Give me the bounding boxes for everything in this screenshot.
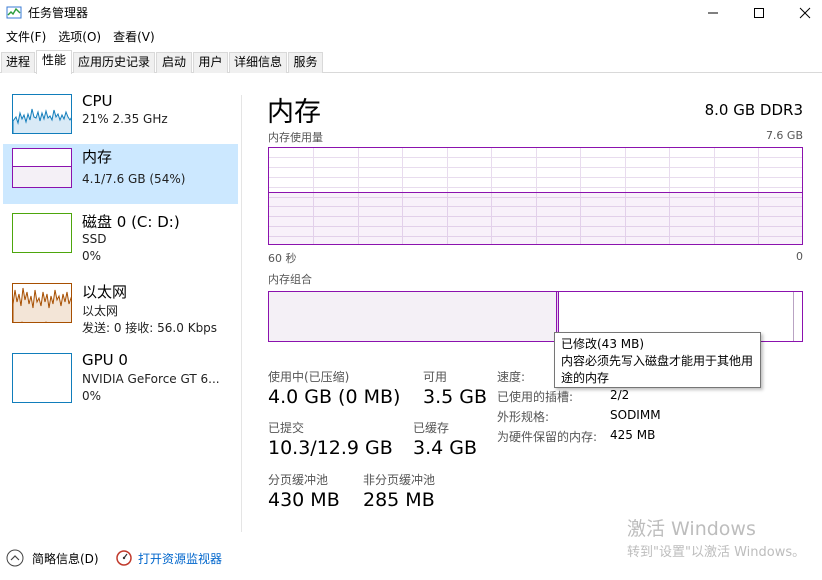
gpu-thumbnail-graph	[12, 353, 72, 403]
maximize-button[interactable]	[736, 0, 782, 26]
tab-users[interactable]: 用户	[193, 52, 228, 73]
form-factor-value: SODIMM	[610, 408, 661, 422]
memory-thumbnail-fill	[13, 166, 71, 187]
tab-app-history[interactable]: 应用历史记录	[73, 52, 155, 73]
window-title: 任务管理器	[28, 6, 89, 20]
sidebar-item-name: CPU	[82, 92, 113, 110]
tab-startup[interactable]: 启动	[156, 52, 192, 73]
usage-graph-max: 7.6 GB	[765, 129, 803, 142]
sidebar-item-detail: 21% 2.35 GHz	[82, 112, 168, 126]
available-label: 可用	[423, 370, 448, 384]
sidebar-item-gpu[interactable]: GPU 0 NVIDIA GeForce GT 6... 0%	[3, 349, 238, 409]
committed-label: 已提交	[268, 421, 305, 435]
usage-graph-time-end: 0	[796, 250, 803, 263]
composition-label: 内存组合	[268, 273, 312, 286]
nonpaged-pool-label: 非分页缓冲池	[363, 473, 436, 487]
tab-performance[interactable]: 性能	[36, 50, 72, 74]
menu-file[interactable]: 文件(F)	[0, 26, 52, 46]
title-bar: 任务管理器	[0, 0, 822, 26]
sidebar-item-name: GPU 0	[82, 351, 128, 369]
composition-in-use[interactable]	[269, 292, 557, 341]
tooltip-line-1: 内容必须先写入磁盘才能用于其他用	[561, 354, 754, 368]
cpu-sparkline	[13, 108, 71, 133]
sidebar-item-throughput: 发送: 0 接收: 56.0 Kbps	[82, 321, 218, 335]
open-resource-monitor-label: 打开资源监视器	[138, 552, 223, 566]
paged-pool-value: 430 MB	[268, 489, 340, 511]
menu-options[interactable]: 选项(O)	[52, 26, 107, 46]
resource-monitor-icon	[116, 550, 132, 566]
close-icon	[799, 7, 811, 19]
sidebar-item-name: 磁盘 0 (C: D:)	[82, 213, 180, 231]
sidebar-item-disk[interactable]: 磁盘 0 (C: D:) SSD 0%	[3, 209, 238, 269]
fewer-details-label: 简略信息(D)	[32, 552, 99, 566]
sidebar-item-usage: 0%	[82, 389, 102, 403]
minimize-button[interactable]	[690, 0, 736, 26]
slots-value: 2/2	[610, 388, 630, 402]
cached-value: 3.4 GB	[413, 437, 478, 459]
tooltip-title: 已修改(43 MB)	[561, 337, 645, 351]
tab-processes[interactable]: 进程	[1, 52, 35, 73]
minimize-icon	[708, 12, 718, 14]
usage-graph-time-start: 60 秒	[268, 252, 297, 265]
disk-thumbnail-graph	[12, 213, 72, 253]
maximize-icon	[754, 8, 764, 18]
paged-pool-label: 分页缓冲池	[268, 473, 329, 487]
form-factor-label: 外形规格:	[497, 410, 550, 424]
sidebar-item-detail: NVIDIA GeForce GT 6...	[82, 372, 220, 386]
menu-bar: 文件(F) 选项(O) 查看(V)	[0, 26, 161, 46]
task-manager-icon	[6, 6, 22, 19]
tab-bar: 进程 性能 应用历史记录 启动 用户 详细信息 服务	[0, 50, 822, 74]
tooltip-line-2: 途的内存	[561, 371, 610, 385]
memory-spec: 8.0 GB DDR3	[704, 101, 803, 119]
page-title: 内存	[267, 97, 321, 128]
hardware-reserved-label: 为硬件保留的内存:	[497, 430, 598, 444]
chevron-up-circle-icon	[6, 549, 24, 567]
speed-label: 速度:	[497, 370, 526, 384]
sidebar-item-cpu[interactable]: CPU 21% 2.35 GHz	[3, 90, 238, 150]
sidebar-item-name: 以太网	[82, 283, 128, 301]
sidebar-item-usage: 0%	[82, 249, 102, 263]
available-value: 3.5 GB	[423, 386, 488, 408]
sidebar-item-memory[interactable]: 内存 4.1/7.6 GB (54%)	[3, 144, 238, 204]
nonpaged-pool-value: 285 MB	[363, 489, 435, 511]
memory-detail-panel: 内存 8.0 GB DDR3 内存使用量 7.6 GB 60 秒 0 内存组合	[242, 74, 822, 534]
sidebar-item-name: 内存	[82, 148, 113, 166]
fewer-details-button[interactable]: 简略信息(D)	[6, 549, 106, 569]
in-use-label: 使用中(已压缩)	[268, 370, 350, 384]
tab-details[interactable]: 详细信息	[229, 52, 287, 73]
activation-watermark-title: 激活 Windows	[627, 518, 756, 540]
cached-label: 已缓存	[413, 421, 450, 435]
sidebar-item-detail: SSD	[82, 232, 107, 246]
close-button[interactable]	[782, 0, 822, 26]
memory-thumbnail-graph	[12, 148, 72, 188]
committed-value: 10.3/12.9 GB	[268, 437, 393, 459]
memory-usage-graph	[268, 147, 803, 245]
ethernet-sparkline	[13, 287, 71, 322]
usage-graph-fill	[269, 192, 802, 244]
resource-sidebar: CPU 21% 2.35 GHz 内存 4.1/7.6 GB (54%) 磁盘 …	[0, 74, 242, 534]
tab-services[interactable]: 服务	[288, 52, 323, 73]
sidebar-item-ethernet[interactable]: 以太网 以太网 发送: 0 接收: 56.0 Kbps	[3, 279, 238, 339]
ethernet-thumbnail-graph	[12, 283, 72, 323]
slots-label: 已使用的插槽:	[497, 390, 574, 404]
cpu-thumbnail-graph	[12, 94, 72, 134]
open-resource-monitor-link[interactable]: 打开资源监视器	[116, 549, 236, 569]
sidebar-item-detail: 4.1/7.6 GB (54%)	[82, 172, 186, 186]
menu-view[interactable]: 查看(V)	[107, 26, 161, 46]
modified-memory-tooltip: 已修改(43 MB) 内容必须先写入磁盘才能用于其他用 途的内存	[554, 332, 761, 388]
activation-watermark-subtitle: 转到"设置"以激活 Windows。	[627, 545, 806, 560]
hardware-reserved-value: 425 MB	[610, 428, 656, 442]
in-use-value: 4.0 GB (0 MB)	[268, 386, 401, 408]
sidebar-item-detail: 以太网	[82, 304, 119, 318]
usage-graph-label: 内存使用量	[268, 131, 323, 144]
